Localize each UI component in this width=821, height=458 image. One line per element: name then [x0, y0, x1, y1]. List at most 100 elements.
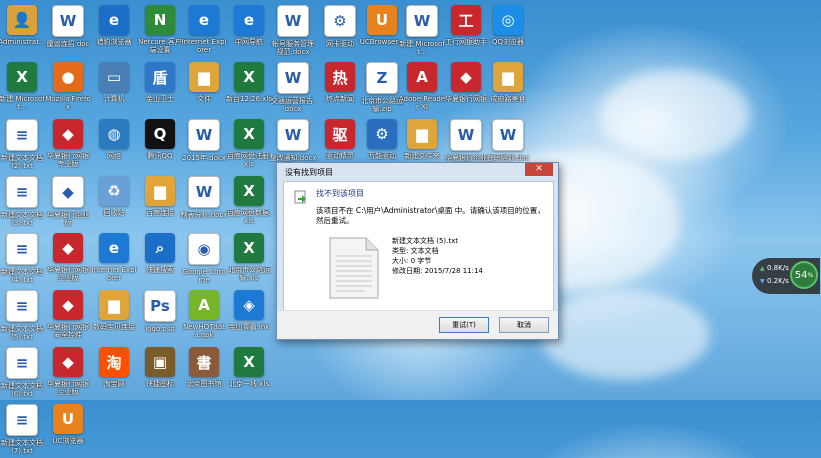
desktop-icon[interactable]: X 百度网盘注册.xls [227, 117, 271, 173]
desktop-icon[interactable]: 盾金山卫士 [138, 60, 182, 116]
desktop-icon[interactable]: ⚙ 网卡驱动 [318, 3, 362, 59]
upload-arrow-icon: ▲ [760, 265, 765, 272]
desktop-icon[interactable]: U UC浏览器 [46, 402, 90, 458]
desktop-icon[interactable]: W 2015年.docx [182, 117, 226, 173]
desktop-icon[interactable]: ≡ 新建文本文档 (5).txt [0, 288, 44, 344]
desktop-icon-label: 华夏银行网银 [445, 95, 487, 103]
desktop-icon[interactable]: ≡ 新建文本文档 (2).txt [0, 117, 44, 173]
desktop-icon[interactable]: ▣ 快捷图标 [138, 345, 182, 401]
desktop-icon[interactable]: A NewHOTdata.apk [182, 288, 226, 344]
desktop-icon[interactable]: A Adobe Reader XI [398, 60, 446, 116]
desktop-icon[interactable]: 热热点新闻 [318, 60, 362, 116]
desktop-icon[interactable]: ⌕ 快速搜索 [138, 231, 182, 287]
desktop-icon[interactable]: X 新台12.26.xls [226, 60, 272, 116]
desktop-icon[interactable]: ♻ 回收站 [92, 174, 136, 230]
desktop-icon[interactable]: X 北京一线.xls [227, 345, 271, 401]
desktop-icon[interactable]: Ps logo.psd [138, 288, 182, 344]
desktop-icon[interactable]: ▆ 文件 [182, 60, 226, 116]
desktop-icon[interactable]: W 新建 Microsoft... [399, 3, 445, 59]
retry-button[interactable]: 重试(T) [439, 317, 489, 333]
desktop-icon[interactable]: ◆ 华夏银行企业版 [46, 174, 90, 230]
desktop-icon[interactable]: ≡ 新建文本文档 (7).txt [0, 402, 44, 458]
desktop-icon[interactable]: ▭ 计算机 [92, 60, 136, 116]
excel-icon: X [7, 62, 37, 92]
desktop-icon-label: Adobe Reader XI [398, 95, 446, 111]
folder-icon: ▆ [407, 119, 437, 149]
desktop-icon[interactable]: 書北京图书馆 [182, 345, 226, 401]
desktop-icon[interactable]: e Internet Explorer [92, 231, 136, 287]
desktop-icon-label: 数码宝贝连接 [93, 323, 135, 331]
desktop-icon[interactable]: ◆ 华夏银行网银 [444, 60, 488, 116]
file-name: 新建文本文档 (5).txt [392, 237, 458, 245]
desktop-icon-label: 新建文件夹 [404, 152, 440, 160]
download-speed: 0.2K/s [767, 277, 789, 285]
desktop-icon[interactable]: ▆ 数码宝贝连接 [92, 288, 136, 344]
desktop-icon[interactable]: ◆ 华夏银行网银企业版 [46, 345, 90, 401]
excel-icon: X [234, 62, 264, 92]
dialog-close-button[interactable]: ✕ [525, 163, 553, 176]
desktop-icon-label: 整改通知.docx [269, 154, 317, 162]
desktop-icon[interactable]: e 中网导航 [227, 3, 271, 59]
desktop-icon[interactable]: ≡ 新建文本文档 (3).txt [0, 174, 44, 230]
desktop-icon[interactable]: ≡ 新建文本文档 (4).txt [0, 231, 44, 287]
dialog-footer: 重试(T) 取消 [277, 310, 558, 339]
desktop-icon-label: NewHOTdata.apk [183, 323, 225, 339]
desktop-icon[interactable]: ▆ 成府路美食 [486, 60, 530, 116]
desktop-icon[interactable]: X 北京市公路运输.xls [227, 231, 271, 287]
driver-icon: ⚙ [324, 5, 356, 37]
desktop-icon-label: 新建文本文档 (4).txt [1, 268, 43, 284]
desktop-icon[interactable]: ◍ 网络 [92, 117, 136, 173]
desktop-icon[interactable]: 👤 Administrat... [0, 3, 46, 59]
desktop-icon[interactable]: Q 腾讯QQ [138, 117, 182, 173]
desktop-icon[interactable]: 淘淘宝网 [92, 345, 136, 401]
word-icon: W [277, 119, 309, 151]
ie-icon: e [99, 233, 129, 263]
desktop-icon-label: 北京市公路运输.xls [228, 266, 270, 282]
desktop-icon-label: 腾讯QQ [147, 152, 173, 160]
desktop-icon[interactable]: ◆ 华夏银行网银专业版 [46, 117, 90, 173]
desktop-icon[interactable]: ◎ QQ浏览器 [486, 3, 530, 59]
desktop-icon[interactable]: ▆ 百度连接 [138, 174, 182, 230]
desktop-icon[interactable]: N Netcore 客户端设置 [138, 3, 182, 59]
desktop-icon-label: Internet Explorer [91, 266, 137, 282]
folder-icon: ▆ [189, 62, 219, 92]
desktop-icon-label: 华夏银行网银企业版 [47, 266, 89, 282]
desktop-icon-label: 百度连接 [146, 209, 174, 217]
desktop-icon[interactable]: ◆ 华夏银行网银企业版 [46, 231, 90, 287]
desktop-icon[interactable]: X 百度网盘数据.xls [227, 174, 271, 230]
word-icon: W [188, 176, 220, 208]
network-speed-widget[interactable]: ▲ 0.8K/s ▼ 0.2K/s 54% [752, 258, 820, 294]
desktop-icon[interactable]: W 交通运营报告.docx [271, 60, 315, 116]
desktop-icon[interactable]: e Internet Explorer [182, 3, 226, 59]
desktop-icon[interactable]: ● Mozilla Firefox [45, 60, 91, 116]
folder-icon: ▆ [493, 62, 523, 92]
desktop-icon-label: UC浏览器 [52, 437, 84, 445]
desktop-icon[interactable]: X 新建 Microsoft... [0, 60, 45, 116]
desktop-icon[interactable]: W 帐号服务管理规范.docx [271, 3, 315, 59]
desktop-icon[interactable]: ◆ 华夏银行网银安全控件 [46, 288, 90, 344]
desktop-icon[interactable]: 工工行网银助手 [444, 3, 488, 59]
image-icon: ▣ [145, 347, 175, 377]
dialog-heading: 找不到该项目 [316, 189, 364, 198]
uc-browser-icon: U [367, 5, 397, 35]
shield-icon: ◈ [234, 290, 264, 320]
desktop-icon[interactable]: e 猎豹浏览器 [92, 3, 136, 59]
user-folder-icon: 👤 [7, 5, 37, 35]
excel-icon: X [234, 176, 264, 206]
desktop-icon-label: 快速搜索 [146, 266, 174, 274]
news-icon: 热 [325, 62, 355, 92]
desktop-icon[interactable]: ◉ Google Chrome [182, 231, 226, 287]
wallpaper-petal [600, 70, 750, 160]
desktop-icon[interactable]: ≡ 新建文本文档 (6).txt [0, 345, 44, 401]
desktop-icon[interactable]: ◈ 金山毒霸.lnk [227, 288, 271, 344]
dialog-message: 该项目不在 C:\用户\Administrator\桌面 中。请确认该项目的位置… [316, 206, 545, 225]
desktop-icon-label: 百度网盘注册.xls [226, 152, 272, 168]
desktop-icon-label: 网络 [107, 152, 121, 160]
desktop-icon-label: Mozilla Firefox [45, 95, 91, 111]
desktop-icon-label: 新建文本文档 (2).txt [1, 154, 43, 170]
desktop-icon[interactable]: W 魔兽连招.doc [46, 3, 90, 59]
cancel-button[interactable]: 取消 [499, 317, 549, 333]
word-icon: W [52, 5, 84, 37]
desktop-icon[interactable]: W 制表分析.docx [181, 174, 227, 230]
desktop-icon-label: 金山毒霸.lnk [228, 323, 270, 331]
